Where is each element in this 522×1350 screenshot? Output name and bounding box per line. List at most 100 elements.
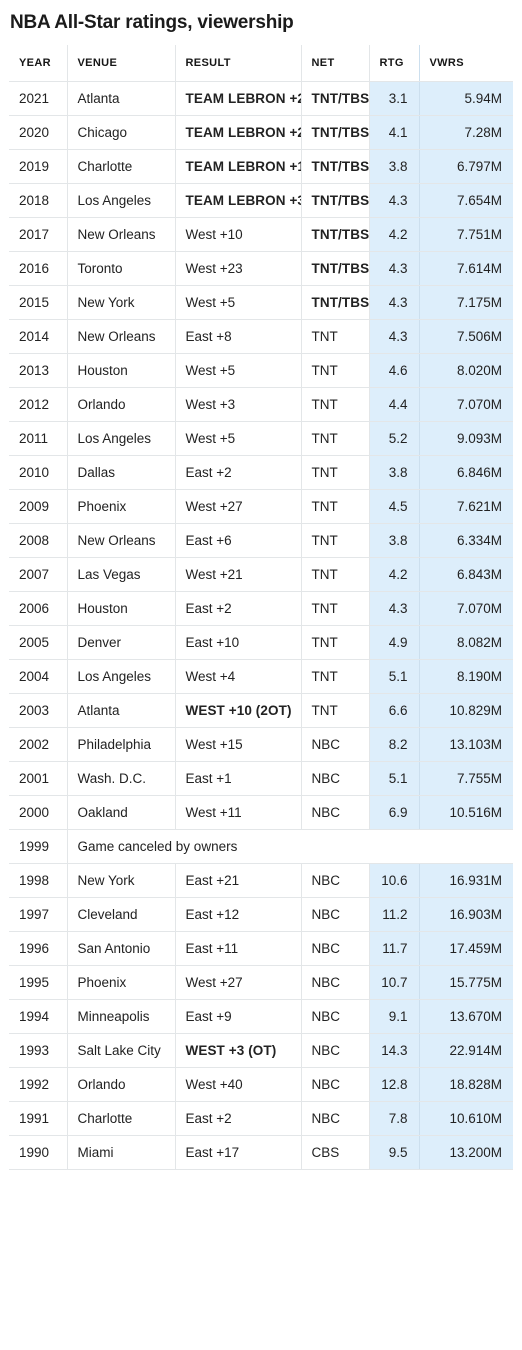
cell-venue: Phoenix xyxy=(67,965,176,1000)
table-row: 2020 Chicago TEAM LEBRON +2 TNT/TBS 4.1 7.28M xyxy=(9,115,513,150)
cell-rtg: 14.3 xyxy=(369,1033,420,1068)
column-header-result: RESULT xyxy=(175,45,302,82)
cell-vwrs: 13.200M xyxy=(419,1135,513,1170)
column-header-year: YEAR xyxy=(9,45,68,82)
cell-vwrs: 7.28M xyxy=(419,115,513,150)
cell-net: TNT xyxy=(301,387,370,422)
cell-venue: New York xyxy=(67,863,176,898)
cell-net: TNT/TBS xyxy=(301,81,370,116)
cell-net: TNT xyxy=(301,625,370,660)
table-row: 1993 Salt Lake City WEST +3 (OT) NBC 14.3 22.… xyxy=(9,1033,513,1068)
cell-year: 1993 xyxy=(9,1033,68,1068)
cell-vwrs: 10.516M xyxy=(419,795,513,830)
cell-rtg: 11.2 xyxy=(369,897,420,932)
table-row: 2004 Los Angeles West +4 TNT 5.1 8.190M xyxy=(9,659,513,694)
cell-year: 2015 xyxy=(9,285,68,320)
table-row: 2002 Philadelphia West +15 NBC 8.2 13.103M xyxy=(9,727,513,762)
cell-venue: Miami xyxy=(67,1135,176,1170)
table-row: 2012 Orlando West +3 TNT 4.4 7.070M xyxy=(9,387,513,422)
table-row: 2017 New Orleans West +10 TNT/TBS 4.2 7.751M xyxy=(9,217,513,252)
cell-year: 1996 xyxy=(9,931,68,966)
cell-net: TNT xyxy=(301,591,370,626)
cell-venue: Los Angeles xyxy=(67,659,176,694)
cell-venue: Oakland xyxy=(67,795,176,830)
cell-year: 2001 xyxy=(9,761,68,796)
cell-year: 2020 xyxy=(9,115,68,150)
cell-year: 1995 xyxy=(9,965,68,1000)
table-row: 2006 Houston East +2 TNT 4.3 7.070M xyxy=(9,591,513,626)
cell-year: 2021 xyxy=(9,81,68,116)
table-row: 1994 Minneapolis East +9 NBC 9.1 13.670M xyxy=(9,999,513,1034)
cell-net: NBC xyxy=(301,931,370,966)
cell-year: 2016 xyxy=(9,251,68,286)
column-header-rtg: RTG xyxy=(369,45,420,82)
cell-year: 1997 xyxy=(9,897,68,932)
cell-year: 2004 xyxy=(9,659,68,694)
column-header-venue: VENUE xyxy=(67,45,176,82)
cell-result: West +11 xyxy=(175,795,302,830)
cell-rtg: 4.9 xyxy=(369,625,420,660)
cell-rtg: 4.3 xyxy=(369,319,420,354)
cell-net: TNT xyxy=(301,523,370,558)
cell-rtg: 4.2 xyxy=(369,557,420,592)
cell-result: West +23 xyxy=(175,251,302,286)
cell-result: East +12 xyxy=(175,897,302,932)
cell-year: 2002 xyxy=(9,727,68,762)
cell-result: West +40 xyxy=(175,1067,302,1102)
cell-net: TNT xyxy=(301,319,370,354)
cell-year: 2009 xyxy=(9,489,68,524)
cell-venue: New Orleans xyxy=(67,217,176,252)
cell-year: 2014 xyxy=(9,319,68,354)
table-row: 2011 Los Angeles West +5 TNT 5.2 9.093M xyxy=(9,421,513,456)
cell-year: 1992 xyxy=(9,1067,68,1102)
cell-venue: Atlanta xyxy=(67,81,176,116)
cell-rtg: 12.8 xyxy=(369,1067,420,1102)
cell-year: 1998 xyxy=(9,863,68,898)
cell-vwrs: 6.334M xyxy=(419,523,513,558)
cell-venue: Los Angeles xyxy=(67,421,176,456)
page-root: NBA All-Star ratings, viewership YEAR VE… xyxy=(0,0,522,1350)
cell-vwrs: 16.931M xyxy=(419,863,513,898)
cell-result: TEAM LEBRON +20 xyxy=(175,81,302,116)
cell-year: 2019 xyxy=(9,149,68,184)
cell-net: NBC xyxy=(301,897,370,932)
cell-year: 2005 xyxy=(9,625,68,660)
cell-venue: Houston xyxy=(67,353,176,388)
cell-rtg: 4.3 xyxy=(369,251,420,286)
cell-venue: New Orleans xyxy=(67,319,176,354)
cell-vwrs: 17.459M xyxy=(419,931,513,966)
cell-venue: Orlando xyxy=(67,387,176,422)
cell-year: 1990 xyxy=(9,1135,68,1170)
cell-year: 2006 xyxy=(9,591,68,626)
cell-result: West +21 xyxy=(175,557,302,592)
cell-rtg: 6.9 xyxy=(369,795,420,830)
cell-result: West +10 xyxy=(175,217,302,252)
cell-net: NBC xyxy=(301,863,370,898)
cell-result: East +6 xyxy=(175,523,302,558)
cell-vwrs: 7.751M xyxy=(419,217,513,252)
cell-rtg: 4.4 xyxy=(369,387,420,422)
cell-year: 2007 xyxy=(9,557,68,592)
cell-net: TNT xyxy=(301,693,370,728)
cell-vwrs: 13.103M xyxy=(419,727,513,762)
cell-venue: Dallas xyxy=(67,455,176,490)
table-row: 1992 Orlando West +40 NBC 12.8 18.828M xyxy=(9,1067,513,1102)
cell-net: TNT xyxy=(301,455,370,490)
cell-venue: Denver xyxy=(67,625,176,660)
cell-net: NBC xyxy=(301,795,370,830)
cell-venue: Charlotte xyxy=(67,1101,176,1136)
table-row: 2016 Toronto West +23 TNT/TBS 4.3 7.614M xyxy=(9,251,513,286)
table-row: 2019 Charlotte TEAM LEBRON +14 TNT/TBS 3.8 6.… xyxy=(9,149,513,184)
cell-result: East +17 xyxy=(175,1135,302,1170)
cell-net: TNT/TBS xyxy=(301,217,370,252)
cell-result: West +3 xyxy=(175,387,302,422)
cell-result: WEST +10 (2OT) xyxy=(175,693,302,728)
cell-net: TNT xyxy=(301,421,370,456)
cell-result: East +2 xyxy=(175,455,302,490)
cell-rtg: 7.8 xyxy=(369,1101,420,1136)
cell-result: West +5 xyxy=(175,285,302,320)
cell-net: NBC xyxy=(301,1101,370,1136)
cell-rtg: 6.6 xyxy=(369,693,420,728)
cell-rtg: 3.8 xyxy=(369,523,420,558)
cell-net: NBC xyxy=(301,965,370,1000)
